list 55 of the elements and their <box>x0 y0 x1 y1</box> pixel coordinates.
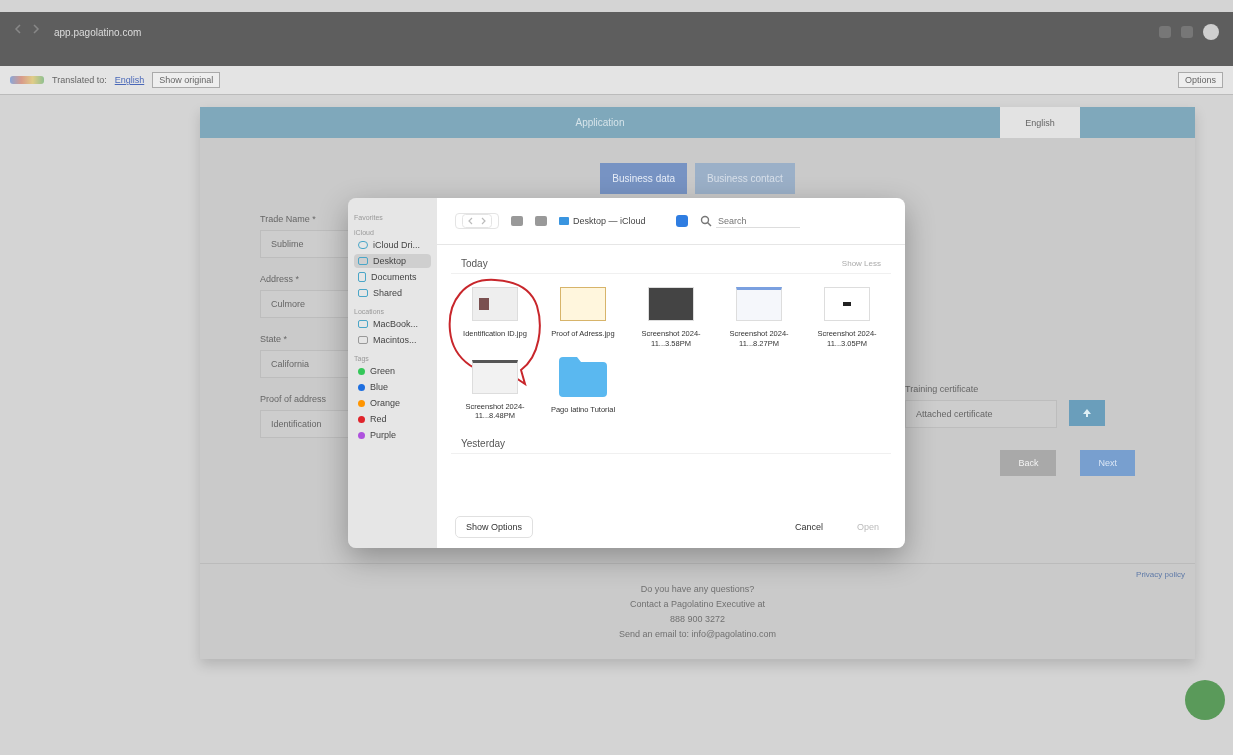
field-label: Trade Name * <box>260 214 316 224</box>
field-label: Address * <box>260 274 300 284</box>
file-thumbnail <box>560 287 606 321</box>
sidebar-item[interactable]: Blue <box>354 380 431 394</box>
field-label: State * <box>260 334 288 344</box>
footer-text: Do you have any questions? <box>640 584 755 594</box>
language-link[interactable]: English <box>114 75 145 85</box>
file-thumbnail <box>472 359 518 394</box>
location-select[interactable]: Desktop — iCloud <box>559 216 664 226</box>
field-label: Training certificate <box>905 384 979 394</box>
sidebar-item[interactable]: Orange <box>354 396 431 410</box>
file-thumbnail <box>648 287 694 321</box>
sidebar-item[interactable]: Macintos... <box>354 333 431 347</box>
file-thumbnail <box>736 287 782 321</box>
sidebar-item[interactable]: Shared <box>354 286 431 300</box>
search-icon <box>700 215 712 227</box>
folder-icon <box>559 356 607 397</box>
upload-button[interactable] <box>1069 400 1105 426</box>
sidebar-item[interactable]: Documents <box>354 270 431 284</box>
app-title: Application <box>575 117 625 128</box>
sidebar-item[interactable]: MacBook... <box>354 317 431 331</box>
section-title: Today <box>461 257 488 269</box>
sidebar-item[interactable]: Red <box>354 412 431 426</box>
file-thumbnail <box>472 287 518 321</box>
file-thumbnail <box>824 287 870 321</box>
input-field[interactable]: Attached certificate <box>905 400 1057 428</box>
sidebar-item[interactable]: Purple <box>354 428 431 442</box>
back-icon[interactable] <box>14 24 22 34</box>
monitor-icon <box>358 320 368 328</box>
section-title: Yesterday <box>461 437 506 449</box>
field-label: Proof of address <box>260 394 327 404</box>
show-original-button[interactable]: Show original <box>152 72 221 88</box>
chat-icon[interactable] <box>1185 680 1225 720</box>
sidebar-item[interactable]: iCloud Dri... <box>354 238 431 252</box>
sidebar-item[interactable]: Desktop <box>354 254 431 268</box>
upload-icon <box>1082 407 1092 418</box>
footer-text: Contact a Pagolatino Executive at <box>629 599 766 609</box>
folder-icon <box>358 289 368 297</box>
monitor-icon <box>358 257 368 265</box>
back-forward-buttons[interactable] <box>455 213 499 229</box>
document-icon <box>358 272 366 282</box>
footer-text: 888 900 3272 <box>669 614 726 624</box>
search-field[interactable]: Search <box>716 214 800 228</box>
extension-icon[interactable] <box>1159 26 1171 38</box>
address-bar[interactable]: app.pagolatino.com <box>54 24 1145 38</box>
translate-label: Translated to: <box>52 75 107 85</box>
forward-icon[interactable] <box>32 24 40 34</box>
show-options-button[interactable]: Show Options <box>455 516 534 538</box>
footer-text: Send an email to: info@pagolatino.com <box>618 629 777 639</box>
sidebar-item[interactable]: Green <box>354 364 431 378</box>
translate-logo-icon <box>10 76 44 84</box>
language-select[interactable]: English <box>1000 107 1080 138</box>
profile-icon[interactable] <box>1203 24 1219 40</box>
folder-icon <box>559 217 569 225</box>
options-button[interactable]: Options <box>1177 72 1223 88</box>
